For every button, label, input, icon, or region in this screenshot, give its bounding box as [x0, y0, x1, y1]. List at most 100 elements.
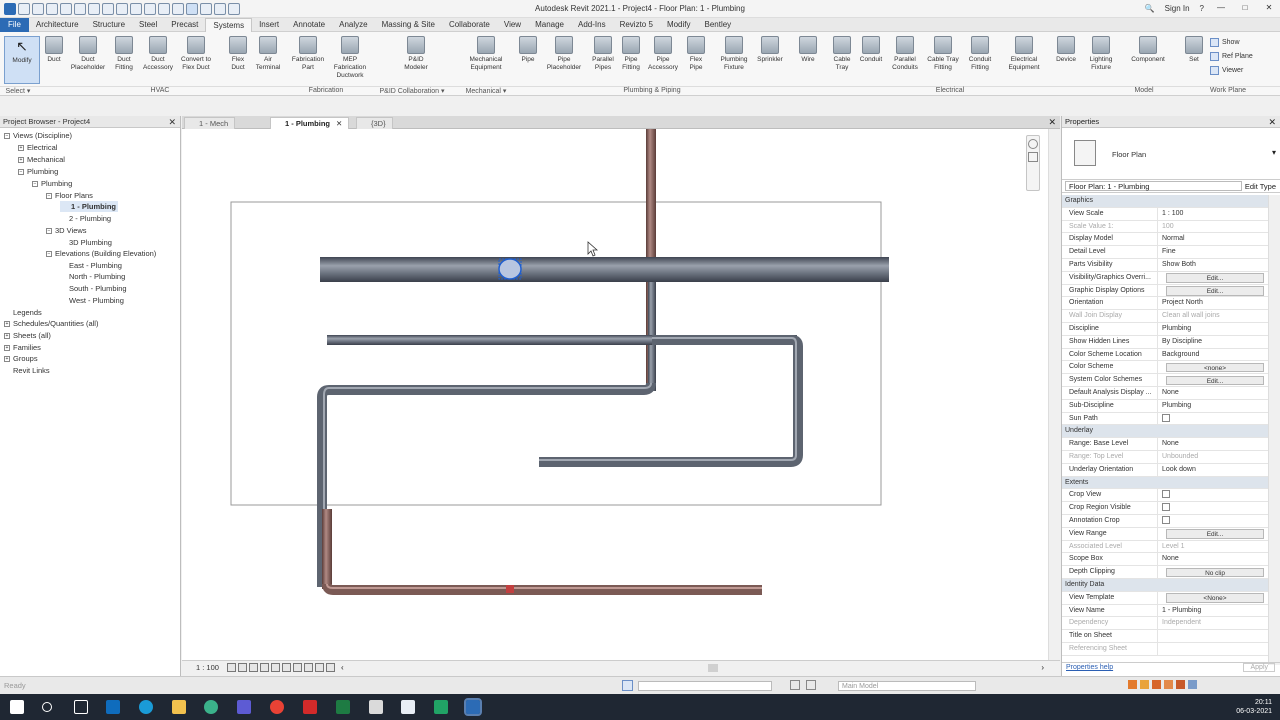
navigation-bar[interactable]	[1026, 135, 1040, 191]
reveal-hidden-icon[interactable]	[314, 663, 324, 672]
ribbon-panel-plumbing-piping[interactable]: Plumbing & Piping	[516, 86, 788, 95]
editable-only-icon[interactable]	[790, 680, 800, 690]
property-group-extents[interactable]: Extents	[1062, 476, 1268, 490]
select-underlay-icon[interactable]	[1140, 680, 1149, 689]
flex-pipe-button[interactable]: Flex Pipe	[678, 36, 714, 84]
customize-qat-icon[interactable]	[228, 2, 240, 15]
mechanical-equipment-button[interactable]: Mechanical Equipment	[468, 36, 504, 84]
visual-style-icon[interactable]	[237, 663, 247, 672]
ribbon-panel-fabrication[interactable]: Fabrication	[284, 86, 368, 95]
ribbon-tab-structure[interactable]: Structure	[86, 18, 132, 32]
cable-tray-fitting-button[interactable]: Cable Tray Fitting	[925, 36, 961, 84]
show-button[interactable]: Show	[1210, 38, 1240, 47]
property-value[interactable]: Look down	[1158, 464, 1268, 476]
pipe-main-horizontal[interactable]	[320, 257, 889, 282]
collapse-icon[interactable]: −	[46, 193, 52, 200]
property-group-identity-data[interactable]: Identity Data	[1062, 578, 1268, 592]
collapse-icon[interactable]: −	[4, 133, 10, 140]
design-options-icon[interactable]	[806, 680, 816, 690]
ribbon-tab-revizto-5[interactable]: Revizto 5	[613, 18, 660, 32]
steering-wheel-icon[interactable]	[1028, 139, 1038, 149]
property-value[interactable]: 1 : 100	[1158, 208, 1268, 220]
property-value[interactable]	[1158, 630, 1268, 642]
property-value[interactable]: Fine	[1158, 246, 1268, 258]
selected-pipe-fitting[interactable]	[498, 258, 522, 280]
property-value[interactable]: None	[1158, 553, 1268, 565]
minimize-button[interactable]: —	[1214, 2, 1228, 14]
close-icon[interactable]: ✕	[1048, 116, 1056, 129]
collapse-icon[interactable]: −	[18, 169, 24, 176]
tree-item-2-plumbing[interactable]: 2 - Plumbing	[60, 213, 111, 224]
system-clock[interactable]: 20:11 06-03-2021	[1236, 698, 1272, 716]
air-terminal-button[interactable]: Air Terminal	[250, 36, 286, 84]
crop-view-icon[interactable]	[270, 663, 280, 672]
ribbon-tab-steel[interactable]: Steel	[132, 18, 164, 32]
property-visibility-graphics-overri-button[interactable]: Edit...	[1166, 273, 1264, 283]
doc-tab-1-mech[interactable]: 1 - Mech	[184, 117, 236, 129]
section-icon[interactable]	[172, 2, 184, 15]
chevron-right-icon[interactable]: ›	[1041, 663, 1044, 672]
dimension-icon[interactable]	[116, 2, 128, 15]
type-selector[interactable]: Floor Plan ▾	[1062, 128, 1280, 180]
property-view-range-button[interactable]: Edit...	[1166, 529, 1264, 539]
worksharing-icon[interactable]	[325, 663, 335, 672]
shadows-icon[interactable]	[259, 663, 269, 672]
worksets-icon[interactable]	[622, 680, 633, 691]
drawing-area[interactable]	[182, 129, 1048, 660]
pipe-placeholder-button[interactable]: Pipe Placeholder	[546, 36, 582, 84]
outlook-icon[interactable]	[106, 700, 120, 714]
acrobat-icon[interactable]	[303, 700, 317, 714]
ribbon-panel-mechanical[interactable]: Mechanical ▾	[456, 86, 516, 95]
search-icon[interactable]: 🔍	[1145, 4, 1155, 13]
windows-start-icon[interactable]	[10, 700, 24, 714]
tree-item-groups[interactable]: + Groups	[4, 353, 38, 364]
select-links-icon[interactable]	[1128, 680, 1137, 689]
ribbon-tab-collaborate[interactable]: Collaborate	[442, 18, 497, 32]
duct-placeholder-button[interactable]: Duct Placeholder	[70, 36, 106, 84]
file-explorer-icon[interactable]	[172, 700, 186, 714]
ribbon-tab-analyze[interactable]: Analyze	[332, 18, 374, 32]
chevron-down-icon[interactable]: ▾	[1272, 148, 1276, 157]
ribbon-panel-hvac[interactable]: HVAC	[36, 86, 284, 95]
task-view-icon[interactable]	[74, 700, 88, 714]
sync-icon[interactable]	[46, 2, 58, 15]
ribbon-tab-architecture[interactable]: Architecture	[29, 18, 86, 32]
property-system-color-schemes-button[interactable]: Edit...	[1166, 375, 1264, 386]
autocad-icon[interactable]	[401, 700, 415, 714]
thin-lines-icon[interactable]	[186, 2, 198, 15]
active-workset-field[interactable]	[638, 681, 772, 691]
tree-item-1-plumbing[interactable]: 1 - Plumbing	[60, 201, 118, 212]
property-value[interactable]: None	[1158, 387, 1268, 399]
filter-icon[interactable]	[1188, 680, 1197, 689]
ribbon-panel-work-plane[interactable]: Work Plane	[1176, 86, 1280, 95]
property-color-scheme-button[interactable]: <none>	[1166, 362, 1264, 373]
tree-item-views-discipline[interactable]: − Views (Discipline)	[4, 130, 72, 141]
help-icon[interactable]: ?	[1200, 4, 1204, 13]
detail-level-icon[interactable]	[226, 663, 236, 672]
plumbing-fixture-button[interactable]: Plumbing Fixture	[716, 36, 752, 84]
electrical-equipment-button[interactable]: Electrical Equipment	[1006, 36, 1042, 84]
ribbon-tab-systems[interactable]: Systems	[205, 17, 253, 32]
property-group-underlay[interactable]: Underlay	[1062, 425, 1268, 439]
property-crop-view-checkbox[interactable]	[1162, 490, 1170, 499]
property-view-template-button[interactable]: <None>	[1166, 593, 1264, 603]
pipe-vertical-riser-lower[interactable]	[648, 269, 656, 391]
pipe-fitting-button[interactable]: Pipe Fitting	[613, 36, 649, 84]
horizontal-scroll-thumb[interactable]	[708, 664, 718, 672]
pipe-end-marker[interactable]	[506, 585, 514, 593]
tree-item-sheets-all[interactable]: + Sheets (all)	[4, 330, 51, 341]
tree-item-floor-plans[interactable]: − Floor Plans	[46, 190, 93, 201]
close-icon[interactable]: ✕	[1268, 116, 1276, 128]
property-value[interactable]: Normal	[1158, 233, 1268, 245]
tag-icon[interactable]	[130, 2, 142, 15]
canvas-scrollbar[interactable]	[1048, 129, 1060, 660]
collapse-icon[interactable]: −	[46, 251, 52, 258]
viewer-button[interactable]: Viewer	[1210, 66, 1243, 75]
close-icon[interactable]: ✕	[336, 119, 342, 128]
expand-icon[interactable]: +	[4, 356, 10, 363]
component-button[interactable]: Component	[1130, 36, 1166, 84]
expand-icon[interactable]: +	[18, 157, 24, 164]
ribbon-tab-insert[interactable]: Insert	[252, 18, 286, 32]
save-icon[interactable]	[32, 2, 44, 15]
design-option-field[interactable]: Main Model	[838, 681, 976, 691]
